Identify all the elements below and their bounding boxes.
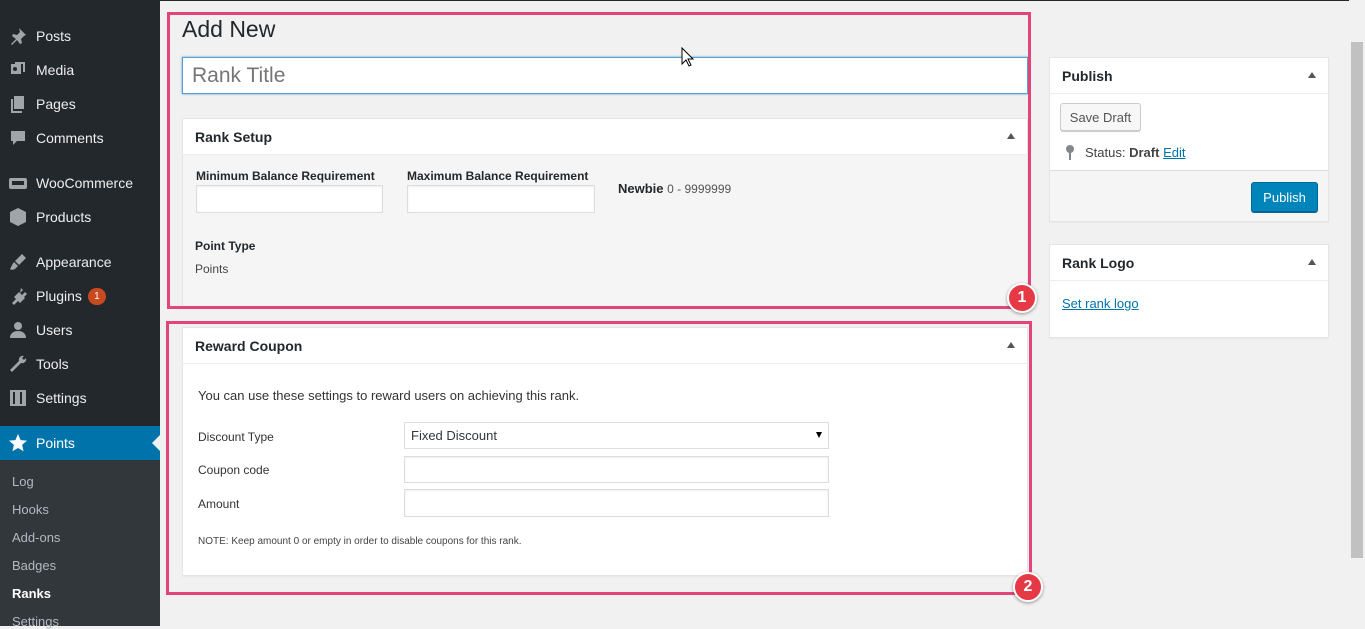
annotation-badge-1: 1: [1007, 283, 1037, 313]
media-icon: [0, 60, 36, 80]
menu-settings[interactable]: Settings: [0, 381, 160, 415]
menu-media-label: Media: [36, 62, 75, 78]
menu-points[interactable]: Points: [0, 426, 160, 460]
points-submenu: Log Hooks Add-ons Badges Ranks Settings: [0, 460, 160, 629]
pages-icon: [0, 94, 36, 114]
menu-products[interactable]: Products: [0, 200, 160, 234]
woo-icon: [0, 173, 36, 193]
menu-appearance[interactable]: Appearance: [0, 245, 160, 279]
admin-sidebar: Posts Media Pages Comments WooCommerce P…: [0, 0, 160, 629]
rank-logo-header[interactable]: Rank Logo: [1050, 245, 1328, 281]
menu-woocommerce[interactable]: WooCommerce: [0, 166, 160, 200]
publish-header[interactable]: Publish: [1050, 58, 1328, 94]
mouse-cursor-icon: [681, 46, 695, 67]
rank-logo-box: Rank Logo: [1049, 244, 1329, 338]
admin-bar-edge: [160, 0, 1365, 1]
menu-pages-label: Pages: [36, 96, 76, 112]
annotation-badge-2: 2: [1013, 572, 1043, 602]
menu-users-label: Users: [36, 322, 73, 338]
post-status: Status: Draft Edit: [1085, 145, 1185, 160]
submenu-addons[interactable]: Add-ons: [12, 530, 60, 545]
menu-settings-label: Settings: [36, 390, 87, 406]
highlight-box-2: [166, 321, 1032, 595]
highlight-box-1: [167, 12, 1031, 309]
menu-media[interactable]: Media: [0, 53, 160, 87]
plug-icon: [0, 286, 36, 306]
scrollbar-thumb[interactable]: [1351, 42, 1363, 558]
menu-plugins-label: Plugins: [36, 288, 82, 304]
submenu-badges[interactable]: Badges: [12, 558, 56, 573]
settings-icon: [0, 388, 36, 408]
menu-plugins[interactable]: Plugins 1: [0, 279, 160, 313]
submenu-settings[interactable]: Settings: [12, 614, 59, 629]
collapse-arrow-icon[interactable]: [1308, 259, 1316, 265]
publish-heading: Publish: [1062, 67, 1113, 84]
collapse-arrow-icon[interactable]: [1308, 72, 1316, 78]
edit-status-link[interactable]: Edit: [1163, 145, 1185, 160]
set-rank-logo-link[interactable]: Set rank logo: [1062, 296, 1139, 311]
box-icon: [0, 207, 36, 227]
status-value: Draft: [1129, 145, 1160, 160]
menu-tools[interactable]: Tools: [0, 347, 160, 381]
menu-points-label: Points: [36, 435, 75, 451]
comment-icon: [0, 128, 36, 148]
user-icon: [0, 320, 36, 340]
menu-users[interactable]: Users: [0, 313, 160, 347]
menu-pages[interactable]: Pages: [0, 87, 160, 121]
menu-tools-label: Tools: [36, 356, 69, 372]
wrench-icon: [0, 354, 36, 374]
publish-button[interactable]: Publish: [1251, 182, 1318, 212]
pin-icon: [0, 26, 36, 46]
plugins-update-badge: 1: [87, 287, 106, 305]
menu-posts[interactable]: Posts: [0, 19, 160, 53]
submenu-log[interactable]: Log: [12, 474, 34, 489]
star-icon: [0, 433, 36, 453]
menu-posts-label: Posts: [36, 28, 72, 44]
pin-icon: [1064, 144, 1076, 160]
page-scrollbar[interactable]: [1349, 0, 1365, 626]
save-draft-button[interactable]: Save Draft: [1060, 103, 1141, 131]
menu-products-label: Products: [36, 209, 92, 225]
submenu-hooks[interactable]: Hooks: [12, 502, 49, 517]
menu-comments[interactable]: Comments: [0, 121, 160, 155]
submenu-ranks[interactable]: Ranks: [12, 586, 51, 601]
menu-appearance-label: Appearance: [36, 254, 112, 270]
menu-comments-label: Comments: [36, 130, 104, 146]
status-label: Status:: [1085, 145, 1126, 160]
brush-icon: [0, 252, 36, 272]
menu-woocommerce-label: WooCommerce: [36, 175, 133, 191]
rank-logo-heading: Rank Logo: [1062, 254, 1135, 271]
